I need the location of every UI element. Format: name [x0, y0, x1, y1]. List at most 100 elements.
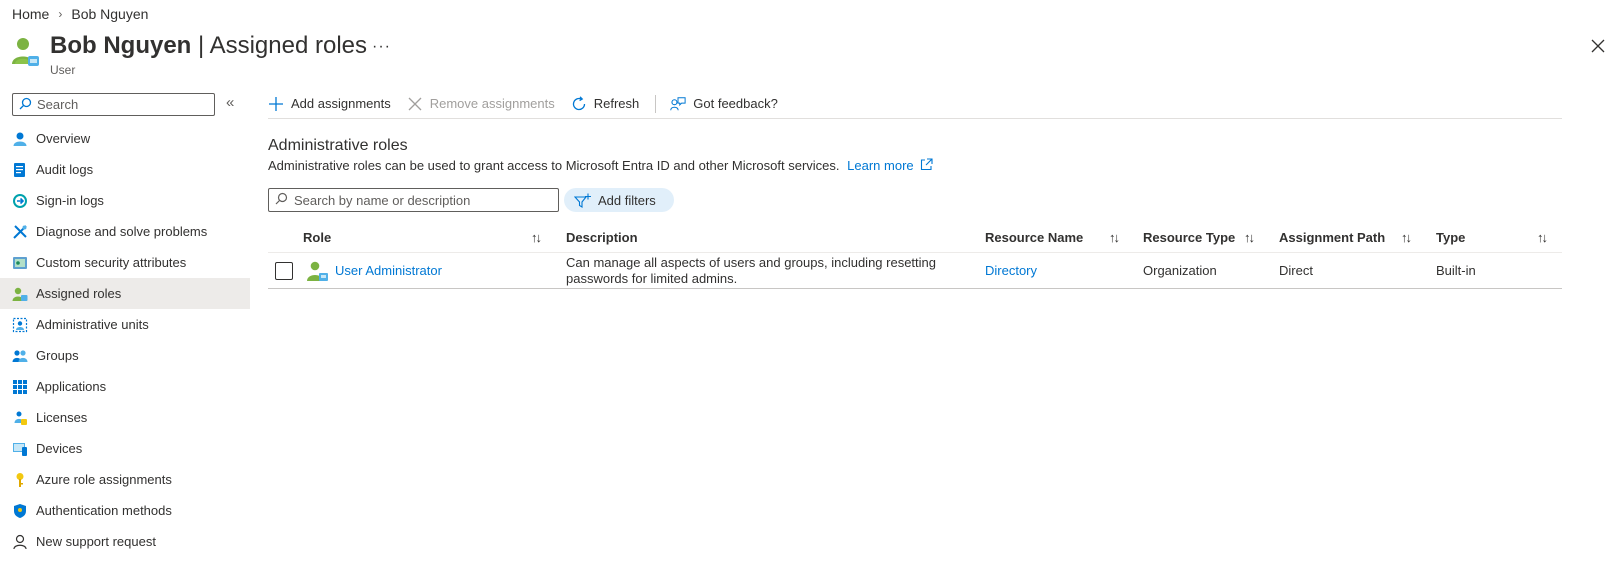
sidebar-item-custom-security-attributes[interactable]: Custom security attributes	[0, 247, 250, 278]
sidebar-search-input[interactable]	[37, 97, 207, 112]
refresh-icon	[571, 95, 587, 112]
refresh-button[interactable]: Refresh	[571, 95, 640, 112]
diagnose-icon	[12, 224, 28, 240]
sidebar-item-devices[interactable]: Devices	[0, 433, 250, 464]
security-attributes-icon	[12, 255, 28, 271]
feedback-button[interactable]: Got feedback?	[670, 96, 778, 112]
add-filters-button[interactable]: Add filters	[564, 188, 674, 212]
page-title: Bob Nguyen | Assigned roles	[50, 32, 367, 60]
refresh-label: Refresh	[593, 96, 640, 111]
sidebar-item-label: Groups	[36, 348, 79, 363]
column-header-role[interactable]: Role	[303, 223, 331, 252]
sort-assignment-path-icon[interactable]: ↑↓	[1401, 230, 1412, 245]
title-separator: |	[191, 32, 210, 59]
user-avatar-icon	[12, 36, 40, 66]
collapse-sidebar-icon[interactable]: «	[226, 94, 234, 111]
add-filters-label: Add filters	[598, 192, 656, 208]
breadcrumb-chevron-icon: ›	[58, 7, 63, 21]
resource-name-cell: Directory	[985, 253, 1037, 288]
title-page-name: Assigned roles	[209, 32, 367, 59]
title-user-name: Bob Nguyen	[50, 32, 192, 59]
assigned-roles-icon	[12, 286, 28, 302]
sidebar-item-groups[interactable]: Groups	[0, 340, 250, 371]
user-administrator-role-icon	[307, 260, 329, 282]
sidebar-item-label: New support request	[36, 534, 156, 549]
admin-units-icon	[12, 317, 28, 333]
sidebar-nav: Overview Audit logs Sign-in logs Diagnos…	[0, 123, 250, 557]
row-checkbox-cell	[275, 253, 293, 288]
section-description-text: Administrative roles can be used to gran…	[268, 158, 840, 173]
table-header-row: Role ↑↓ Description Resource Name ↑↓ Res…	[268, 223, 1562, 253]
type-cell: Built-in	[1436, 263, 1476, 278]
remove-assignments-label: Remove assignments	[429, 96, 555, 111]
assignment-path-cell: Direct	[1279, 263, 1313, 278]
filter-row: Add filters	[268, 188, 674, 212]
resource-name-link[interactable]: Directory	[985, 263, 1037, 278]
row-checkbox[interactable]	[275, 261, 293, 280]
sidebar-item-overview[interactable]: Overview	[0, 123, 250, 154]
roles-table: Role ↑↓ Description Resource Name ↑↓ Res…	[268, 223, 1562, 289]
column-header-resource-type[interactable]: Resource Type	[1143, 223, 1235, 252]
sidebar-item-label: Licenses	[36, 410, 88, 425]
column-header-assignment-path[interactable]: Assignment Path	[1279, 223, 1385, 252]
more-options-icon[interactable]: ···	[372, 38, 391, 56]
sidebar-item-diagnose[interactable]: Diagnose and solve problems	[0, 216, 250, 247]
table-row[interactable]: User Administrator Can manage all aspect…	[268, 253, 1562, 289]
sidebar-item-audit-logs[interactable]: Audit logs	[0, 154, 250, 185]
sidebar-item-label: Authentication methods	[36, 503, 172, 518]
column-header-description: Description	[566, 230, 638, 245]
external-link-icon	[920, 158, 933, 174]
sidebar-item-authentication-methods[interactable]: Authentication methods	[0, 495, 250, 526]
sidebar-item-administrative-units[interactable]: Administrative units	[0, 309, 250, 340]
close-icon[interactable]	[1590, 38, 1606, 54]
sidebar-item-licenses[interactable]: Licenses	[0, 402, 250, 433]
filter-icon	[574, 193, 592, 208]
breadcrumb-current: Bob Nguyen	[71, 6, 149, 22]
search-icon	[19, 97, 32, 113]
sidebar-item-label: Applications	[36, 379, 107, 394]
user-overview-icon	[12, 131, 28, 147]
role-search-input[interactable]	[294, 192, 554, 208]
role-search-box	[268, 188, 559, 212]
main-content: Add assignments Remove assignments Refre…	[268, 90, 1562, 289]
sidebar-item-azure-role-assignments[interactable]: Azure role assignments	[0, 464, 250, 495]
remove-icon	[407, 96, 423, 112]
remove-assignments-button[interactable]: Remove assignments	[407, 96, 555, 112]
licenses-icon	[12, 410, 28, 426]
command-bar: Add assignments Remove assignments Refre…	[268, 90, 1562, 119]
sort-resource-name-icon[interactable]: ↑↓	[1109, 230, 1120, 245]
sidebar-item-label: Sign-in logs	[36, 193, 104, 208]
add-assignments-button[interactable]: Add assignments	[268, 96, 391, 112]
applications-icon	[12, 379, 28, 395]
page-subtitle: User	[50, 63, 76, 77]
sidebar-item-label: Diagnose and solve problems	[36, 224, 208, 239]
role-name-link[interactable]: User Administrator	[335, 263, 442, 278]
add-assignments-label: Add assignments	[291, 96, 391, 111]
learn-more-link[interactable]: Learn more	[847, 158, 933, 174]
sidebar-item-label: Custom security attributes	[36, 255, 187, 270]
sidebar-item-new-support-request[interactable]: New support request	[0, 526, 250, 557]
sidebar-item-label: Devices	[36, 441, 83, 456]
sidebar-item-label: Overview	[36, 131, 91, 146]
search-icon	[275, 192, 288, 208]
groups-icon	[12, 348, 28, 364]
breadcrumb: Home › Bob Nguyen	[12, 6, 148, 22]
sidebar-item-sign-in-logs[interactable]: Sign-in logs	[0, 185, 250, 216]
sort-role-icon[interactable]: ↑↓	[531, 230, 542, 245]
sort-resource-type-icon[interactable]: ↑↓	[1244, 230, 1255, 245]
sidebar-item-label: Administrative units	[36, 317, 149, 332]
devices-icon	[12, 441, 28, 457]
sidebar-item-assigned-roles[interactable]: Assigned roles	[0, 278, 250, 309]
breadcrumb-home[interactable]: Home	[12, 6, 49, 22]
column-header-type[interactable]: Type	[1436, 223, 1465, 252]
learn-more-label: Learn more	[847, 158, 914, 173]
description-cell: Can manage all aspects of users and grou…	[566, 253, 946, 288]
sidebar-item-label: Azure role assignments	[36, 472, 172, 487]
sidebar-item-applications[interactable]: Applications	[0, 371, 250, 402]
sidebar-item-label: Assigned roles	[36, 286, 122, 301]
column-header-resource-name[interactable]: Resource Name	[985, 223, 1083, 252]
sort-type-icon[interactable]: ↑↓	[1537, 230, 1548, 245]
shield-icon	[12, 503, 28, 519]
sign-in-logs-icon	[12, 193, 28, 209]
page-header: Bob Nguyen | Assigned roles ··· User	[12, 32, 1606, 82]
